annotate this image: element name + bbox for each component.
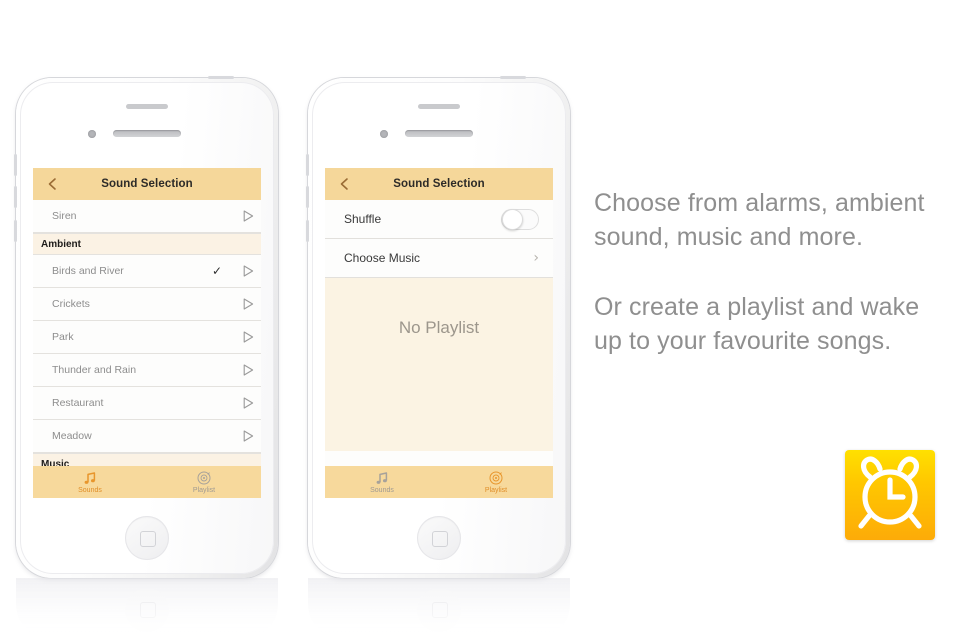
vinyl-disc-icon <box>489 471 503 486</box>
list-item-thunder-and-rain[interactable]: Thunder and Rain <box>33 354 261 387</box>
list-item-label: Crickets <box>52 298 90 310</box>
row-label: Choose Music <box>344 251 421 265</box>
empty-state-text: No Playlist <box>398 318 480 337</box>
chevron-left-icon[interactable] <box>45 177 59 191</box>
home-button[interactable] <box>417 516 461 560</box>
shuffle-toggle[interactable] <box>501 208 539 230</box>
tab-sounds[interactable]: Sounds <box>33 466 147 498</box>
navigation-bar: Sound Selection <box>325 168 553 200</box>
reflection-home-square-icon <box>140 602 156 618</box>
page-title: Sound Selection <box>101 178 193 190</box>
alarm-clock-icon <box>845 450 935 540</box>
marketing-paragraph-1: Choose from alarms, ambient sound, music… <box>594 189 925 251</box>
power-button <box>500 76 526 79</box>
screen-right: Sound Selection Shuffle Choose Music › N… <box>325 168 553 498</box>
list-item-siren[interactable]: Siren <box>33 200 261 233</box>
reflection-home-button <box>125 588 169 632</box>
chevron-left-icon[interactable] <box>337 177 351 191</box>
side-button-volume-up <box>306 186 309 208</box>
phone-mockup-left: Sound Selection Siren Ambient Birds and … <box>14 76 278 578</box>
side-button-volume-down <box>306 220 309 242</box>
play-triangle-icon[interactable] <box>235 430 261 442</box>
list-item-label: Park <box>52 331 74 343</box>
play-triangle-icon[interactable] <box>235 298 261 310</box>
side-button-silent <box>306 154 309 176</box>
music-note-icon <box>83 471 97 486</box>
list-item-restaurant[interactable]: Restaurant <box>33 387 261 420</box>
reflection-home-square-icon <box>432 602 448 618</box>
list-item-label: Siren <box>52 210 77 222</box>
list-item-crickets[interactable]: Crickets <box>33 288 261 321</box>
power-button <box>208 76 234 79</box>
list-item-birds-and-river[interactable]: Birds and River ✓ <box>33 255 261 288</box>
side-button-silent <box>14 154 17 176</box>
tab-label: Sounds <box>370 486 394 494</box>
tab-label: Sounds <box>78 486 102 494</box>
list-item-label: Restaurant <box>52 397 104 409</box>
chevron-right-icon: › <box>533 250 539 266</box>
list-item-label: Meadow <box>52 430 92 442</box>
tab-bar: Sounds Playlist <box>33 466 261 498</box>
tab-playlist[interactable]: Playlist <box>147 466 261 498</box>
section-header-label: Ambient <box>41 238 81 250</box>
front-camera-icon <box>88 130 96 138</box>
marketing-paragraph-2: Or create a playlist and wake up to your… <box>594 293 920 355</box>
tab-playlist[interactable]: Playlist <box>439 466 553 498</box>
side-button-volume-up <box>14 186 17 208</box>
checkmark-icon: ✓ <box>211 264 223 278</box>
music-note-icon <box>375 471 389 486</box>
list-item-park[interactable]: Park <box>33 321 261 354</box>
home-square-icon <box>140 531 156 547</box>
front-camera-icon <box>380 130 388 138</box>
tab-bar: Sounds Playlist <box>325 466 553 498</box>
row-label: Shuffle <box>344 212 382 226</box>
play-triangle-icon[interactable] <box>235 210 261 222</box>
top-slot <box>418 104 460 109</box>
list-item-label: Thunder and Rain <box>52 364 137 376</box>
tab-label: Playlist <box>192 486 216 494</box>
tab-sounds[interactable]: Sounds <box>325 466 439 498</box>
earpiece-speaker-icon <box>113 130 181 137</box>
phone-reflection-right <box>308 578 570 640</box>
marketing-copy: Choose from alarms, ambient sound, music… <box>594 186 954 358</box>
phone-mockup-right: Sound Selection Shuffle Choose Music › N… <box>306 76 570 578</box>
section-header-ambient: Ambient <box>33 233 261 255</box>
home-square-icon <box>432 531 448 547</box>
list-item-label: Birds and River <box>52 265 124 277</box>
side-button-volume-down <box>14 220 17 242</box>
reflection-home-button <box>417 588 461 632</box>
top-slot <box>126 104 168 109</box>
vinyl-disc-icon <box>197 471 211 486</box>
toggle-knob <box>502 208 523 230</box>
page-title: Sound Selection <box>393 178 485 190</box>
row-choose-music[interactable]: Choose Music › <box>325 239 553 278</box>
navigation-bar: Sound Selection <box>33 168 261 200</box>
earpiece-speaker-icon <box>405 130 473 137</box>
row-shuffle[interactable]: Shuffle <box>325 200 553 239</box>
play-triangle-icon[interactable] <box>235 364 261 376</box>
screen-left: Sound Selection Siren Ambient Birds and … <box>33 168 261 498</box>
tab-label: Playlist <box>484 486 508 494</box>
play-triangle-icon[interactable] <box>235 397 261 409</box>
play-triangle-icon[interactable] <box>235 331 261 343</box>
sound-list: Siren Ambient Birds and River ✓ Crickets <box>33 200 261 490</box>
play-triangle-icon[interactable] <box>235 265 261 277</box>
list-item-meadow[interactable]: Meadow <box>33 420 261 453</box>
playlist-empty-state: No Playlist <box>325 278 553 451</box>
home-button[interactable] <box>125 516 169 560</box>
phone-reflection-left <box>16 578 278 640</box>
